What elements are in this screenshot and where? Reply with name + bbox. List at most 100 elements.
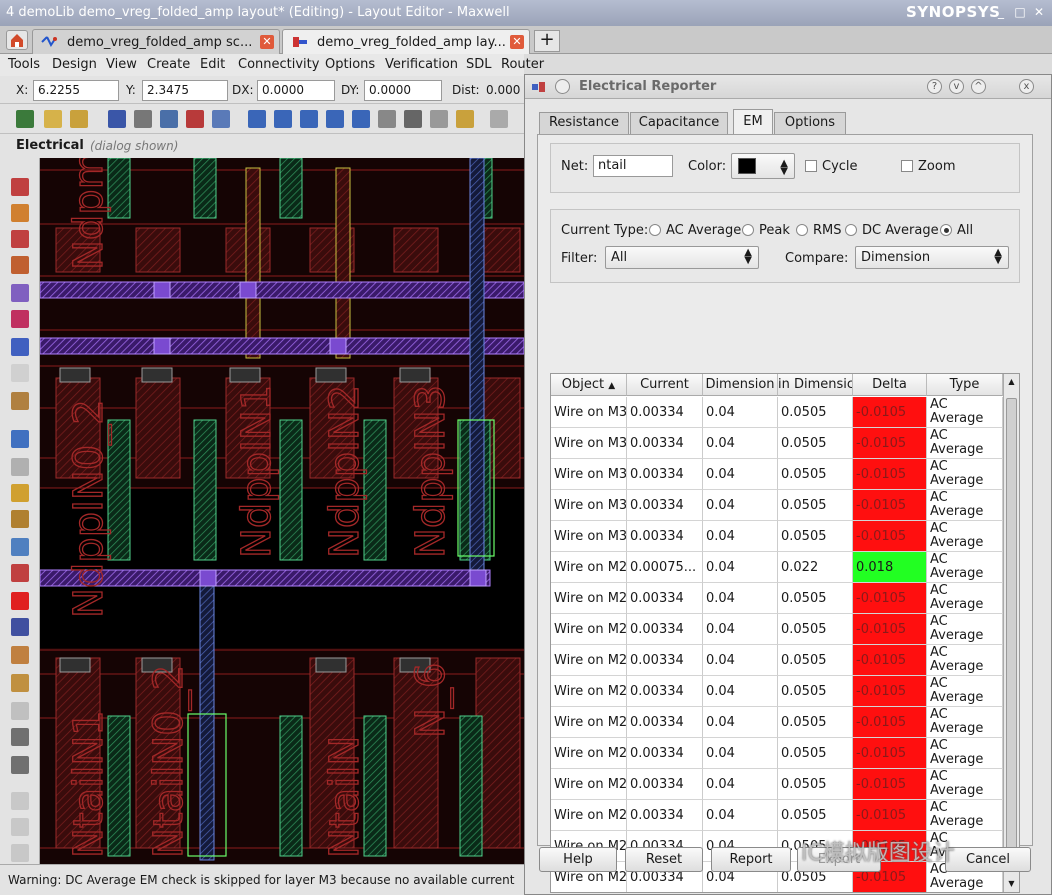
rotate-tool-icon[interactable]	[11, 756, 29, 774]
menu-create[interactable]: Create	[147, 57, 190, 72]
table-row[interactable]: Wire on M3 0.00334 0.04 0.0505 -0.0105 AC Aver…	[551, 397, 1003, 428]
move-tool-icon[interactable]	[11, 484, 29, 502]
zoom-checkbox[interactable]	[901, 160, 913, 172]
color-picker[interactable]: ▲ ▼	[731, 153, 795, 179]
array-tool-icon[interactable]	[11, 310, 29, 328]
tab-layout[interactable]: demo_vreg_folded_amp lay... ✕	[282, 29, 530, 54]
net-field[interactable]: ntail	[593, 155, 673, 177]
table-row[interactable]: Wire on M3 0.00334 0.04 0.0505 -0.0105 AC Aver…	[551, 459, 1003, 490]
close-tab-icon[interactable]: ✕	[510, 35, 524, 49]
path-tool-icon[interactable]	[11, 204, 29, 222]
expand-more-icon[interactable]	[11, 792, 29, 810]
grid-icon[interactable]	[186, 110, 204, 128]
cancel-button[interactable]: Cancel	[945, 847, 1031, 872]
table-row[interactable]: Wire on M20.003340.040.0505-0.0105ACAver…	[551, 769, 1003, 800]
column-header-current[interactable]: Current	[627, 374, 703, 396]
y-field[interactable]: 2.3475	[142, 80, 228, 101]
zoom-selection-icon[interactable]	[352, 110, 370, 128]
align-tool-icon[interactable]	[11, 564, 29, 582]
redraw-icon[interactable]	[404, 110, 422, 128]
help-button[interactable]: Help	[539, 847, 617, 872]
table-row[interactable]: Wire on M20.003340.040.0505-0.0105ACAver…	[551, 583, 1003, 614]
table-row[interactable]: Wire on M3 0.00334 0.04 0.0505 -0.0105 AC Aver…	[551, 521, 1003, 552]
new-file-icon[interactable]	[44, 110, 62, 128]
tab-capacitance[interactable]: Capacitance	[630, 112, 728, 134]
copy-tool-icon[interactable]	[11, 510, 29, 528]
stretch-tool-icon[interactable]	[11, 538, 29, 556]
ruler-icon[interactable]	[456, 110, 474, 128]
new-tab-button[interactable]: +	[534, 30, 560, 52]
dx-field[interactable]: 0.0000	[257, 80, 335, 101]
maximize-button[interactable]: □	[1013, 5, 1027, 19]
redo-tool-icon[interactable]	[11, 458, 29, 476]
wire-tool-icon[interactable]	[11, 178, 29, 196]
menu-edit[interactable]: Edit	[200, 57, 225, 72]
table-scrollbar[interactable]: ▲ ▼	[1003, 374, 1019, 892]
menu-connectivity[interactable]: Connectivity	[238, 57, 319, 72]
table-row[interactable]: Wire on M3 0.00334 0.04 0.0505 -0.0105 AC Aver…	[551, 428, 1003, 459]
zoom-in-icon[interactable]	[274, 110, 292, 128]
tab-options[interactable]: Options	[774, 112, 846, 134]
undo-icon[interactable]	[490, 110, 508, 128]
select-icon[interactable]	[430, 110, 448, 128]
minimize-button[interactable]: _	[994, 5, 1008, 19]
clipboard-icon[interactable]	[11, 674, 29, 692]
table-row[interactable]: Wire on M20.003340.040.0505-0.0105ACAver…	[551, 645, 1003, 676]
plot-icon[interactable]	[160, 110, 178, 128]
column-header-object[interactable]: Object ▲	[551, 374, 627, 396]
menu-tools[interactable]: Tools	[8, 57, 40, 72]
menu-router[interactable]: Router	[501, 57, 544, 72]
open-folder-icon[interactable]	[70, 110, 88, 128]
table-row[interactable]: Wire on M20.003340.040.0505-0.0105ACAver…	[551, 707, 1003, 738]
radio-ac-average[interactable]	[649, 224, 661, 236]
radio-dc-average[interactable]	[845, 224, 857, 236]
label-tool-icon[interactable]	[11, 364, 29, 382]
expand-more-icon-2[interactable]	[11, 818, 29, 836]
maximize-dialog-icon[interactable]: ^	[971, 79, 986, 94]
filter-select[interactable]: All ▲ ▼	[605, 246, 759, 269]
table-row[interactable]: Wire on M20.003340.040.0505-0.0105ACAver…	[551, 614, 1003, 645]
print-icon[interactable]	[134, 110, 152, 128]
delete-icon[interactable]	[11, 592, 29, 610]
refresh-icon[interactable]	[16, 110, 34, 128]
close-window-button[interactable]: ✕	[1032, 5, 1046, 19]
column-header-delta[interactable]: Delta	[853, 374, 927, 396]
rectangle-tool-icon[interactable]	[11, 230, 29, 248]
menu-view[interactable]: View	[106, 57, 137, 72]
paste-tool-icon[interactable]	[11, 646, 29, 664]
search-icon[interactable]	[212, 110, 230, 128]
expand-more-icon-3[interactable]	[11, 844, 29, 862]
dy-field[interactable]: 0.0000	[364, 80, 442, 101]
pan-hand-icon[interactable]	[378, 110, 396, 128]
scroll-down-icon[interactable]: ▼	[1006, 879, 1017, 888]
help-icon[interactable]: ?	[927, 79, 942, 94]
tab-em[interactable]: EM	[733, 109, 773, 135]
menu-options[interactable]: Options	[325, 57, 375, 72]
reset-button[interactable]: Reset	[625, 847, 703, 872]
table-row[interactable]: Wire on M2 0.00075... 0.04 0.022 0.018 AC Aver…	[551, 552, 1003, 583]
table-row[interactable]: Wire on M20.003340.040.0505-0.0105ACAver…	[551, 676, 1003, 707]
menu-design[interactable]: Design	[52, 57, 97, 72]
cycle-checkbox[interactable]	[805, 160, 817, 172]
scroll-up-icon[interactable]: ▲	[1006, 377, 1017, 386]
scroll-thumb[interactable]	[1006, 398, 1017, 868]
report-button[interactable]: Report	[711, 847, 791, 872]
close-dialog-icon[interactable]: x	[1019, 79, 1034, 94]
x-field[interactable]: 6.2255	[33, 80, 119, 101]
clipboard-disabled-icon[interactable]	[11, 702, 29, 720]
save-icon[interactable]	[108, 110, 126, 128]
radio-all[interactable]	[940, 224, 952, 236]
minimize-dialog-icon[interactable]: v	[949, 79, 964, 94]
column-header-dimension[interactable]: Dimension	[703, 374, 778, 396]
dialog-menu-icon[interactable]	[555, 79, 570, 94]
tab-resistance[interactable]: Resistance	[539, 112, 629, 134]
property-tool-icon[interactable]	[11, 618, 29, 636]
measure-tool-icon[interactable]	[11, 392, 29, 410]
polygon-tool-icon[interactable]	[11, 256, 29, 274]
table-row[interactable]: Wire on M3 0.00334 0.04 0.0505 -0.0105 AC Aver…	[551, 490, 1003, 521]
menu-verification[interactable]: Verification	[385, 57, 458, 72]
home-button[interactable]	[6, 30, 28, 50]
close-tab-icon[interactable]: ✕	[260, 35, 274, 49]
tab-schematic[interactable]: demo_vreg_folded_amp sc... ✕	[32, 29, 280, 54]
zoom-fit-icon[interactable]	[248, 110, 266, 128]
